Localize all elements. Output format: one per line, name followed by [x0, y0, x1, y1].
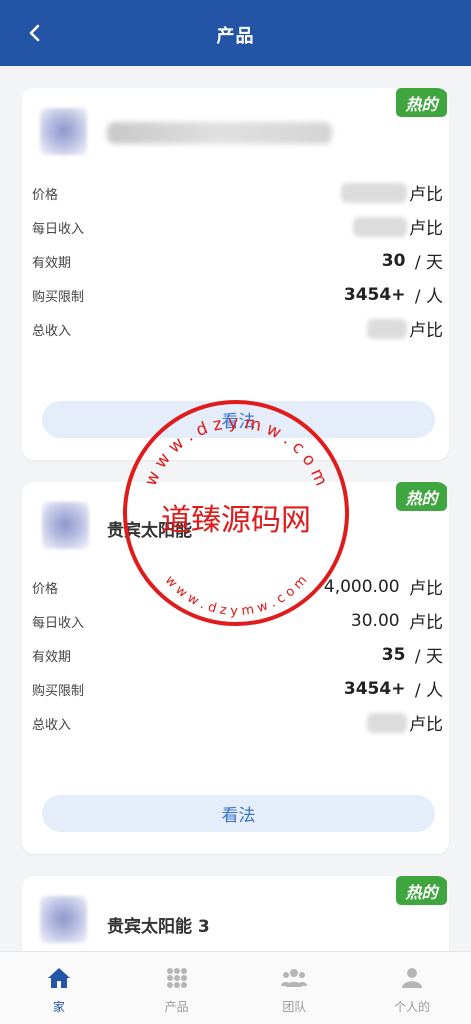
product-name: 贵宾太阳能 3	[107, 917, 210, 937]
product-thumbnail	[42, 502, 89, 549]
view-button[interactable]: 看法	[42, 401, 435, 438]
tab-products[interactable]: 产品	[118, 952, 236, 1024]
daily-income-row: 每日收入 卢比	[32, 213, 443, 239]
tab-team-label: 团队	[282, 1000, 307, 1014]
total-income-redacted	[367, 712, 407, 733]
purchase-limit-unit: / 人	[414, 287, 443, 307]
view-button[interactable]: 看法	[42, 795, 435, 832]
tab-home-label: 家	[52, 1000, 65, 1014]
total-income-row: 总收入 卢比	[32, 315, 443, 341]
validity-unit: / 天	[414, 647, 443, 667]
app-header: 产品	[0, 0, 471, 66]
purchase-limit-row: 购买限制 3454+ / 人	[32, 675, 443, 702]
price-value: 4,000.00	[323, 576, 400, 597]
price-label: 价格	[32, 188, 59, 203]
product-card: 热的 价格 卢比 每日收入 卢比 有效期 30 / 天 购买限制 3454+ /…	[22, 88, 449, 460]
purchase-limit-value: 3454+	[343, 284, 406, 305]
product-card: 热的 贵宾太阳能 价格 4,000.00 卢比 每日收入 30.00 卢比 有效…	[22, 482, 449, 854]
page-title: 产品	[216, 26, 255, 47]
total-income-unit: 卢比	[409, 715, 443, 735]
validity-value: 30	[381, 250, 406, 271]
daily-income-row: 每日收入 30.00 卢比	[32, 607, 443, 634]
product-name-redacted	[107, 122, 332, 144]
daily-income-label: 每日收入	[32, 616, 85, 631]
price-row: 价格 卢比	[32, 179, 443, 205]
purchase-limit-row: 购买限制 3454+ / 人	[32, 281, 443, 308]
validity-label: 有效期	[32, 650, 72, 665]
total-income-redacted	[367, 318, 407, 339]
total-income-label: 总收入	[32, 718, 72, 733]
daily-income-value: 30.00	[350, 610, 400, 631]
purchase-limit-value: 3454+	[343, 678, 406, 699]
purchase-limit-label: 购买限制	[32, 684, 85, 699]
price-unit: 卢比	[409, 185, 443, 205]
total-income-label: 总收入	[32, 324, 72, 339]
total-income-unit: 卢比	[409, 321, 443, 341]
validity-label: 有效期	[32, 256, 72, 271]
validity-row: 有效期 35 / 天	[32, 641, 443, 668]
hot-badge: 热的	[396, 88, 447, 117]
validity-row: 有效期 30 / 天	[32, 247, 443, 274]
validity-unit: / 天	[414, 253, 443, 273]
tab-profile-label: 个人的	[394, 1000, 431, 1014]
daily-income-unit: 卢比	[409, 219, 443, 239]
purchase-limit-unit: / 人	[414, 681, 443, 701]
product-name: 贵宾太阳能	[107, 521, 192, 541]
daily-income-label: 每日收入	[32, 222, 85, 237]
team-icon	[281, 969, 308, 987]
price-label: 价格	[32, 582, 59, 597]
validity-value: 35	[381, 644, 406, 665]
price-row: 价格 4,000.00 卢比	[32, 573, 443, 600]
hot-badge: 热的	[396, 876, 447, 905]
tab-home[interactable]: 家	[0, 952, 118, 1024]
total-income-row: 总收入 卢比	[32, 709, 443, 735]
hot-badge: 热的	[396, 482, 447, 511]
tab-team[interactable]: 团队	[236, 952, 354, 1024]
daily-income-redacted	[353, 216, 407, 237]
product-thumbnail	[40, 108, 87, 155]
price-value-redacted	[341, 182, 407, 203]
home-icon	[47, 968, 70, 988]
tab-products-label: 产品	[164, 1000, 189, 1014]
tab-profile[interactable]: 个人的	[353, 952, 471, 1024]
purchase-limit-label: 购买限制	[32, 290, 85, 305]
daily-income-unit: 卢比	[409, 613, 443, 633]
bottom-tab-bar: 家 产品 团队 个人的	[0, 951, 471, 1024]
user-icon	[402, 968, 423, 988]
grid-icon	[166, 968, 187, 988]
product-thumbnail	[40, 896, 87, 943]
price-unit: 卢比	[409, 579, 443, 599]
